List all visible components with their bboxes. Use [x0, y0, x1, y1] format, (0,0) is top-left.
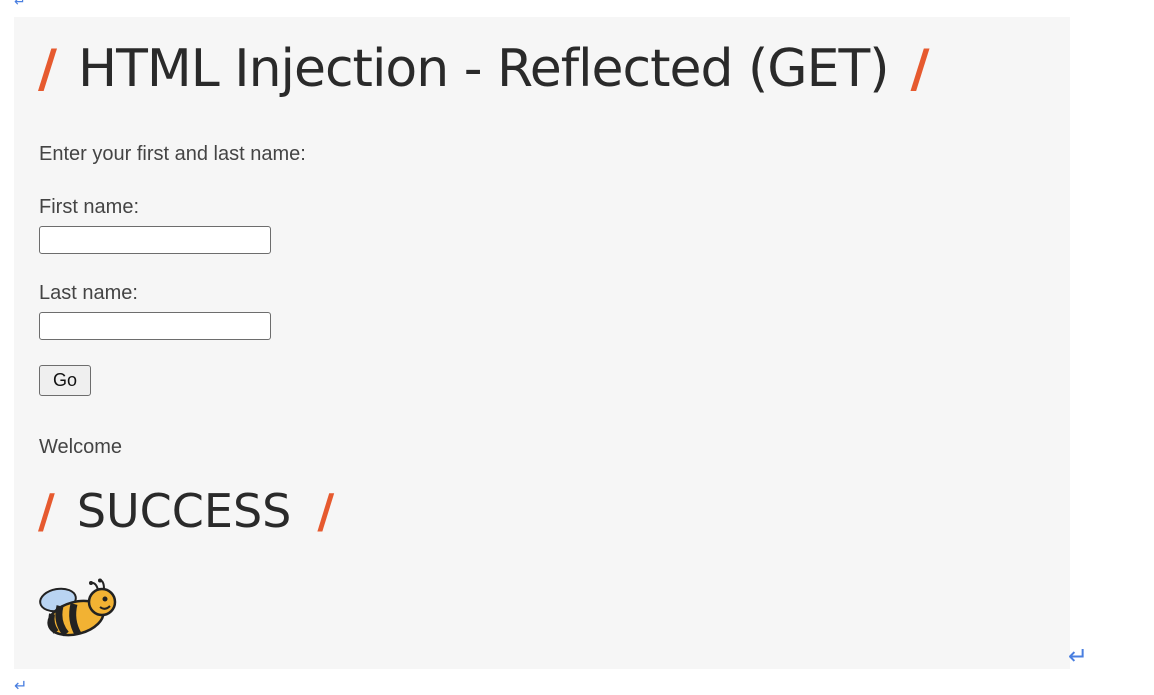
return-arrow-icon: ↵	[14, 676, 28, 695]
first-name-input[interactable]	[39, 226, 271, 254]
last-name-input[interactable]	[39, 312, 271, 340]
title-text: HTML Injection - Reflected (GET)	[78, 39, 890, 99]
content-panel	[14, 17, 1070, 669]
go-button[interactable]: Go	[39, 365, 91, 396]
last-name-label: Last name:	[39, 282, 138, 304]
welcome-text: Welcome	[39, 436, 122, 458]
title-slash-left: /	[38, 39, 57, 99]
title-slash-right: /	[910, 39, 930, 99]
success-text: SUCCESS	[76, 484, 292, 538]
first-name-label: First name:	[39, 196, 140, 218]
success-slash-left: /	[38, 484, 55, 538]
intro-text: Enter your first and last name:	[39, 143, 306, 165]
return-arrow-icon: ↵	[14, 0, 26, 10]
success-heading: / SUCCESS /	[38, 472, 334, 550]
bee-mascot-icon	[39, 578, 117, 637]
page-title: / HTML Injection - Reflected (GET) /	[38, 30, 930, 108]
return-arrow-icon: ↵	[1068, 642, 1089, 670]
success-slash-right: /	[317, 484, 335, 538]
